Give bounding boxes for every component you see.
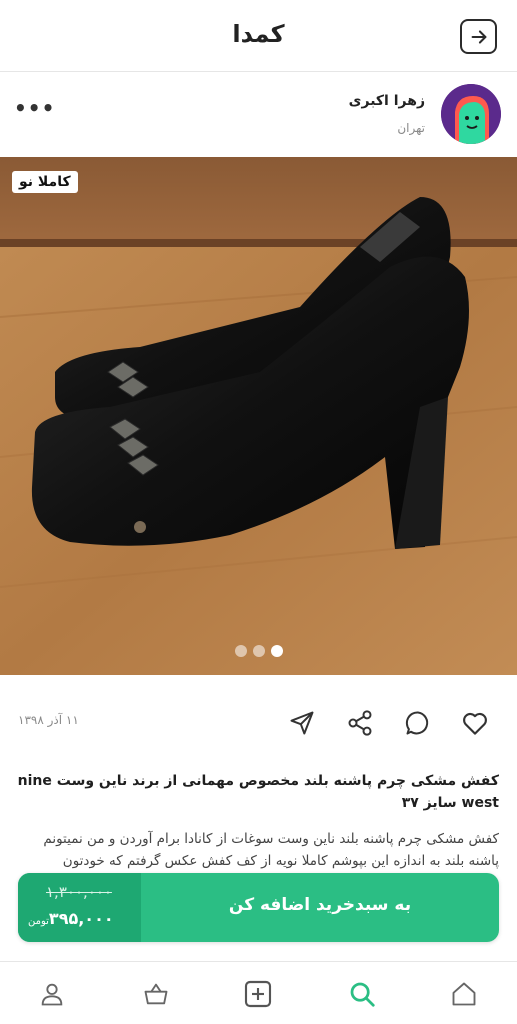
share-button[interactable] (342, 705, 378, 741)
add-to-cart-bar[interactable]: ۱,۳۰۰,۰۰۰ ۳۹۵,۰۰۰تومن به سبدخرید اضافه ک… (18, 873, 499, 942)
price-box: ۱,۳۰۰,۰۰۰ ۳۹۵,۰۰۰تومن (18, 873, 141, 942)
comment-button[interactable] (400, 705, 436, 741)
seller-name[interactable]: زهرا اکبری (349, 93, 425, 109)
comment-icon (405, 711, 429, 735)
nav-home[interactable] (448, 978, 480, 1010)
old-price: ۱,۳۰۰,۰۰۰ (46, 883, 112, 901)
nav-profile[interactable] (36, 978, 68, 1010)
more-horizontal-icon[interactable]: ••• (14, 98, 55, 118)
profile-icon (41, 983, 63, 1006)
bottom-nav (0, 961, 517, 1024)
basket-icon (144, 983, 168, 1005)
post-date: ۱۱ آذر ۱۳۹۸ (18, 713, 79, 727)
currency-label: تومن (28, 916, 49, 927)
like-button[interactable] (457, 705, 493, 741)
share-icon (348, 710, 372, 736)
avatar[interactable] (441, 84, 501, 144)
heart-icon (463, 712, 487, 735)
add-to-cart-button[interactable]: به سبدخرید اضافه کن (141, 895, 499, 915)
home-icon (452, 982, 476, 1006)
carousel-dots (0, 645, 517, 657)
back-button[interactable] (460, 19, 497, 54)
search-icon (350, 982, 375, 1007)
product-description: کفش مشکی چرم پاشنه بلند ناین وست سوغات ا… (43, 831, 499, 869)
nav-search[interactable] (346, 978, 378, 1010)
product-photo[interactable]: کاملا نو (0, 157, 517, 675)
carousel-dot-active[interactable] (270, 645, 283, 657)
seller-city: تهران (397, 121, 425, 135)
condition-badge: کاملا نو (12, 171, 78, 193)
nav-basket[interactable] (140, 978, 172, 1010)
app-bar: کمدا (0, 0, 517, 72)
send-button[interactable] (284, 705, 320, 741)
nav-add[interactable] (242, 978, 274, 1010)
carousel-dot[interactable] (234, 645, 247, 657)
send-icon (290, 711, 314, 735)
arrow-right-box-icon (471, 29, 486, 44)
new-price: ۳۹۵,۰۰۰تومن (28, 909, 114, 928)
seller-row[interactable]: زهرا اکبری تهران ••• (0, 73, 517, 157)
new-price-value: ۳۹۵,۰۰۰ (48, 909, 114, 928)
app-title: کمدا (232, 20, 285, 48)
action-row: ۱۱ آذر ۱۳۹۸ (0, 695, 517, 751)
carousel-dot[interactable] (252, 645, 265, 657)
product-image (0, 157, 517, 675)
plus-box-icon (244, 980, 272, 1008)
product-title: کفش مشکی چرم پاشنه بلند مخصوص مهمانی از … (17, 773, 499, 811)
